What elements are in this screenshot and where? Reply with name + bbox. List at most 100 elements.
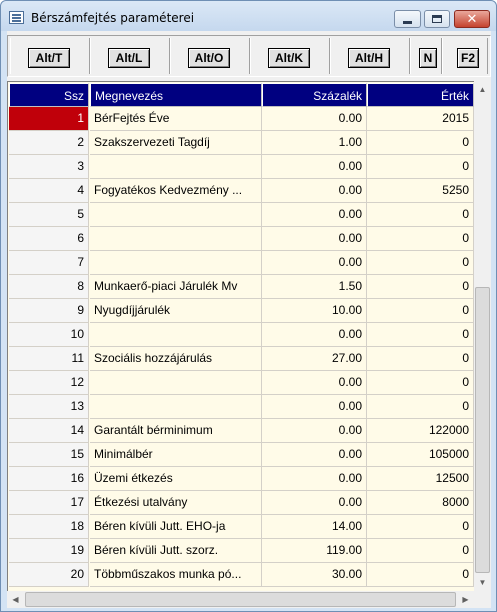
alt-t-button[interactable]: Alt/T — [28, 48, 70, 68]
value-cell[interactable]: 0 — [367, 539, 474, 563]
row-number-cell[interactable]: 11 — [9, 347, 89, 371]
maximize-button[interactable] — [424, 10, 450, 28]
value-cell[interactable]: 0 — [367, 347, 474, 371]
row-number-cell[interactable]: 1 — [9, 107, 89, 131]
table-row[interactable]: 16 Üzemi étkezés 0.00 12500 — [9, 467, 474, 491]
percent-cell[interactable]: 0.00 — [262, 227, 367, 251]
value-cell[interactable]: 105000 — [367, 443, 474, 467]
percent-cell[interactable]: 0.00 — [262, 371, 367, 395]
scroll-up-icon[interactable]: ▲ — [474, 81, 491, 98]
row-number-cell[interactable]: 7 — [9, 251, 89, 275]
name-cell[interactable]: Munkaerő-piaci Járulék Mv — [90, 275, 262, 299]
value-cell[interactable]: 0 — [367, 371, 474, 395]
value-cell[interactable]: 0 — [367, 203, 474, 227]
table-row[interactable]: 6 0.00 0 — [9, 227, 474, 251]
value-cell[interactable]: 0 — [367, 227, 474, 251]
column-header-szazalek[interactable]: Százalék — [262, 83, 367, 107]
vertical-scroll-thumb[interactable] — [475, 287, 490, 573]
value-cell[interactable]: 0 — [367, 323, 474, 347]
name-cell[interactable]: Fogyatékos Kedvezmény ... — [90, 179, 262, 203]
percent-cell[interactable]: 14.00 — [262, 515, 367, 539]
value-cell[interactable]: 0 — [367, 563, 474, 587]
percent-cell[interactable]: 30.00 — [262, 563, 367, 587]
table-row[interactable]: 11 Szociális hozzájárulás 27.00 0 — [9, 347, 474, 371]
row-number-cell[interactable]: 16 — [9, 467, 89, 491]
name-cell[interactable]: Többműszakos munka pó... — [90, 563, 262, 587]
row-number-cell[interactable]: 5 — [9, 203, 89, 227]
table-row[interactable]: 15 Minimálbér 0.00 105000 — [9, 443, 474, 467]
row-number-cell[interactable]: 14 — [9, 419, 89, 443]
table-row[interactable]: 5 0.00 0 — [9, 203, 474, 227]
percent-cell[interactable]: 0.00 — [262, 395, 367, 419]
table-row[interactable]: 7 0.00 0 — [9, 251, 474, 275]
name-cell[interactable]: Béren kívüli Jutt. EHO-ja — [90, 515, 262, 539]
table-row[interactable]: 9 Nyugdíjjárulék 10.00 0 — [9, 299, 474, 323]
vertical-scrollbar[interactable]: ▲ ▼ — [474, 81, 491, 591]
percent-cell[interactable]: 0.00 — [262, 491, 367, 515]
table-row[interactable]: 1 BérFejtés Éve 0.00 2015 — [9, 107, 474, 131]
name-cell[interactable]: Szociális hozzájárulás — [90, 347, 262, 371]
table-row[interactable]: 13 0.00 0 — [9, 395, 474, 419]
table-row[interactable]: 17 Étkezési utalvány 0.00 8000 — [9, 491, 474, 515]
table-row[interactable]: 2 Szakszervezeti Tagdíj 1.00 0 — [9, 131, 474, 155]
row-number-cell[interactable]: 10 — [9, 323, 89, 347]
title-bar[interactable]: Bérszámfejtés paraméterei ✕ — [1, 1, 496, 31]
column-header-ssz[interactable]: Ssz — [9, 83, 89, 107]
percent-cell[interactable]: 0.00 — [262, 251, 367, 275]
name-cell[interactable]: Béren kívüli Jutt. szorz. — [90, 539, 262, 563]
minimize-button[interactable] — [394, 10, 421, 28]
percent-cell[interactable]: 0.00 — [262, 443, 367, 467]
percent-cell[interactable]: 0.00 — [262, 467, 367, 491]
table-row[interactable]: 3 0.00 0 — [9, 155, 474, 179]
column-header-megnevezes[interactable]: Megnevezés — [90, 83, 262, 107]
row-number-cell[interactable]: 17 — [9, 491, 89, 515]
row-number-cell[interactable]: 4 — [9, 179, 89, 203]
row-number-cell[interactable]: 20 — [9, 563, 89, 587]
table-row[interactable]: 4 Fogyatékos Kedvezmény ... 0.00 5250 — [9, 179, 474, 203]
row-number-cell[interactable]: 3 — [9, 155, 89, 179]
close-button[interactable]: ✕ — [454, 10, 490, 28]
row-number-cell[interactable]: 6 — [9, 227, 89, 251]
name-cell[interactable]: BérFejtés Éve — [90, 107, 262, 131]
row-number-cell[interactable]: 12 — [9, 371, 89, 395]
alt-l-button[interactable]: Alt/L — [108, 48, 150, 68]
value-cell[interactable]: 12500 — [367, 467, 474, 491]
name-cell[interactable]: Üzemi étkezés — [90, 467, 262, 491]
table-row[interactable]: 8 Munkaerő-piaci Járulék Mv 1.50 0 — [9, 275, 474, 299]
table-row[interactable]: 20 Többműszakos munka pó... 30.00 0 — [9, 563, 474, 587]
row-number-cell[interactable]: 19 — [9, 539, 89, 563]
horizontal-scroll-thumb[interactable] — [25, 592, 456, 607]
name-cell[interactable] — [90, 227, 262, 251]
percent-cell[interactable]: 0.00 — [262, 323, 367, 347]
name-cell[interactable] — [90, 251, 262, 275]
percent-cell[interactable]: 0.00 — [262, 203, 367, 227]
table-row[interactable]: 19 Béren kívüli Jutt. szorz. 119.00 0 — [9, 539, 474, 563]
percent-cell[interactable]: 0.00 — [262, 107, 367, 131]
value-cell[interactable]: 0 — [367, 275, 474, 299]
percent-cell[interactable]: 27.00 — [262, 347, 367, 371]
percent-cell[interactable]: 119.00 — [262, 539, 367, 563]
percent-cell[interactable]: 1.00 — [262, 131, 367, 155]
value-cell[interactable]: 0 — [367, 395, 474, 419]
percent-cell[interactable]: 10.00 — [262, 299, 367, 323]
name-cell[interactable] — [90, 395, 262, 419]
table-row[interactable]: 10 0.00 0 — [9, 323, 474, 347]
name-cell[interactable]: Étkezési utalvány — [90, 491, 262, 515]
percent-cell[interactable]: 0.00 — [262, 155, 367, 179]
value-cell[interactable]: 8000 — [367, 491, 474, 515]
scroll-down-icon[interactable]: ▼ — [474, 574, 491, 591]
row-number-cell[interactable]: 9 — [9, 299, 89, 323]
horizontal-scrollbar[interactable]: ◀ ▶ — [7, 591, 474, 608]
value-cell[interactable]: 0 — [367, 155, 474, 179]
percent-cell[interactable]: 0.00 — [262, 179, 367, 203]
table-row[interactable]: 14 Garantált bérminimum 0.00 122000 — [9, 419, 474, 443]
scroll-right-icon[interactable]: ▶ — [457, 591, 474, 608]
name-cell[interactable] — [90, 371, 262, 395]
value-cell[interactable]: 0 — [367, 299, 474, 323]
scroll-left-icon[interactable]: ◀ — [7, 591, 24, 608]
name-cell[interactable]: Garantált bérminimum — [90, 419, 262, 443]
name-cell[interactable] — [90, 155, 262, 179]
value-cell[interactable]: 0 — [367, 251, 474, 275]
n-button[interactable]: N — [419, 48, 437, 68]
name-cell[interactable]: Minimálbér — [90, 443, 262, 467]
